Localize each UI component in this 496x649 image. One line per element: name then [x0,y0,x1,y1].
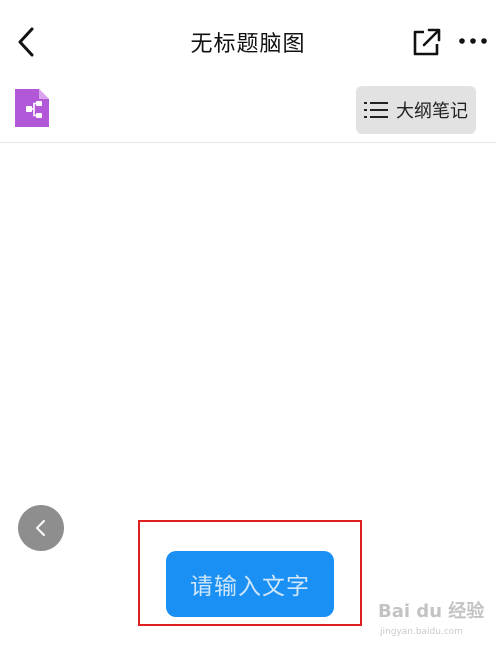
share-button[interactable] [408,24,444,60]
watermark-url: jingyan.baidu.com [380,627,464,637]
mindmap-file-icon[interactable] [13,87,51,129]
toolbar: 大纲笔记 [0,84,496,142]
watermark-brand: Bai du 经验 [378,601,485,622]
outline-notes-button[interactable]: 大纲笔记 [356,86,476,134]
baidu-watermark: Bai du 经验 jingyan.baidu.com [376,597,492,645]
enter-text-label: 请输入文字 [190,574,310,600]
enter-text-button[interactable]: 请输入文字 [166,551,334,617]
chevron-left-icon [36,520,45,536]
mindmap-editor-page: 无标题脑图 大纲笔记 请输入文字 Bai du 经验 jingyan.baidu… [0,0,496,649]
list-icon [364,102,388,118]
more-button[interactable] [456,26,490,56]
more-icon [459,38,487,44]
share-icon [413,28,441,56]
nav-bar: 无标题脑图 [0,0,496,84]
outline-notes-label: 大纲笔记 [396,101,468,122]
collapse-panel-button[interactable] [18,505,64,551]
